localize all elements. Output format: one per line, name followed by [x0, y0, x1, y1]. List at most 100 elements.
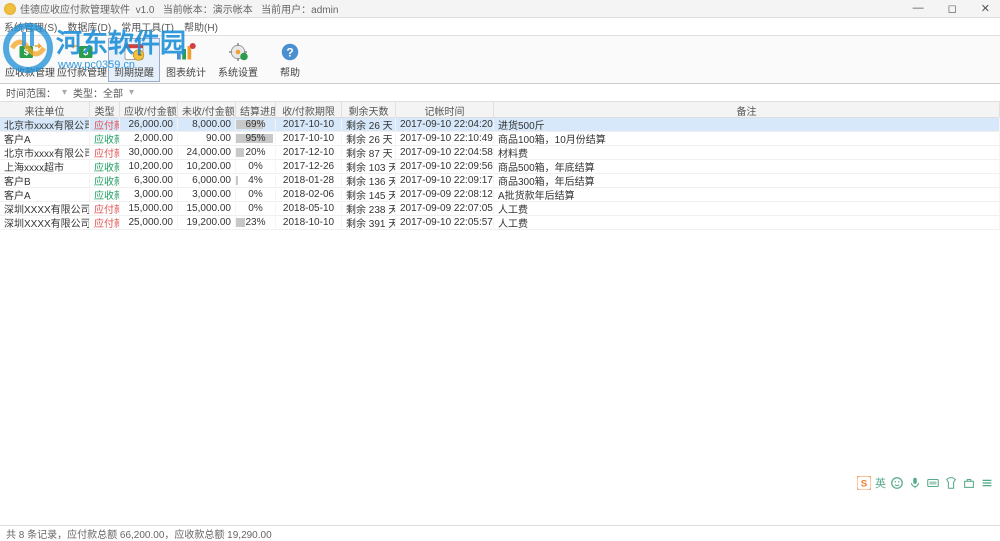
cell-note: 进货500斤 — [494, 117, 1000, 132]
window-controls: — ◻ ✕ — [907, 2, 996, 15]
close-button[interactable]: ✕ — [975, 2, 996, 15]
cell-type: 应付款 — [90, 117, 120, 132]
cell-progress: 0% — [236, 189, 276, 200]
cell-amount-unpaid: 15,000.00 — [178, 203, 236, 214]
col-amount-unpaid[interactable]: 未收/付金额 — [178, 102, 236, 117]
cell-days-left: 剩余 391 天 — [342, 215, 396, 230]
menu-system[interactable]: 系统管理(S) — [4, 19, 57, 34]
type-value[interactable]: 全部 — [103, 85, 123, 100]
minimize-button[interactable]: — — [907, 2, 930, 15]
type-label: 类型： — [73, 85, 103, 100]
col-days-left[interactable]: 剩余天数 — [342, 102, 396, 117]
col-amount-due[interactable]: 应收/付金额 — [120, 102, 178, 117]
cell-note: 人工费 — [494, 201, 1000, 216]
cell-type: 应收款 — [90, 159, 120, 174]
col-type[interactable]: 类型 — [90, 102, 120, 117]
table-row[interactable]: 深圳XXXX有限公司应付款15,000.0015,000.000%2018-05… — [0, 202, 1000, 216]
table-row[interactable]: 上海xxxx超市应收款10,200.0010,200.000%2017-12-2… — [0, 160, 1000, 174]
cell-note: 商品300箱，年后结算 — [494, 173, 1000, 188]
col-progress[interactable]: 结算进度 — [236, 102, 276, 117]
menu-database[interactable]: 数据库(D) — [67, 19, 111, 34]
cell-record-time: 2017-09-10 22:09:17 — [396, 175, 494, 186]
cell-record-time: 2017-09-10 22:10:49 — [396, 133, 494, 144]
mic-icon[interactable] — [908, 476, 922, 490]
cell-type: 应付款 — [90, 201, 120, 216]
cell-note: 商品100箱，10月份结算 — [494, 131, 1000, 146]
cell-amount-due: 25,000.00 — [120, 217, 178, 228]
cell-amount-unpaid: 10,200.00 — [178, 161, 236, 172]
svg-text:S: S — [861, 479, 868, 490]
ime-toolbar[interactable]: S 英 — [857, 475, 994, 491]
sys-setting-icon — [225, 41, 251, 63]
svg-text:?: ? — [286, 45, 293, 59]
help-icon: ? — [277, 41, 303, 63]
table-row[interactable]: 客户A应收款3,000.003,000.000%2018-02-06剩余 145… — [0, 188, 1000, 202]
data-grid: 来往单位 类型 应收/付金额 未收/付金额 结算进度 收/付款期限 剩余天数 记… — [0, 102, 1000, 230]
title-bar: 佳德应收应付款管理软件 v1.0 当前帐本：演示帐本 当前用户：admin — … — [0, 0, 1000, 18]
col-unit[interactable]: 来往单位 — [0, 102, 90, 117]
col-note[interactable]: 备注 — [494, 102, 1000, 117]
toolbar-label: 帮助 — [280, 64, 300, 79]
status-bar: 共 8 条记录，应付款总额 66,200.00，应收款总额 19,290.00 — [0, 525, 1000, 541]
cell-deadline: 2018-10-10 — [276, 217, 342, 228]
table-row[interactable]: 客户B应收款6,300.006,000.004%2018-01-28剩余 136… — [0, 174, 1000, 188]
cell-amount-due: 10,200.00 — [120, 161, 178, 172]
col-record-time[interactable]: 记帐时间 — [396, 102, 494, 117]
sogou-icon[interactable]: S — [857, 476, 871, 490]
toolbar-report-stat[interactable]: 图表统计 — [160, 38, 212, 82]
table-row[interactable]: 北京市xxxx有限公司应付款26,000.008,000.0069%2017-1… — [0, 118, 1000, 132]
cell-unit: 客户B — [0, 173, 90, 188]
toolbar-help[interactable]: ? 帮助 — [264, 38, 316, 82]
cell-note: 材料费 — [494, 145, 1000, 160]
ime-lang[interactable]: 英 — [875, 475, 886, 491]
cell-record-time: 2017-09-09 22:08:12 — [396, 189, 494, 200]
cell-unit: 客户A — [0, 131, 90, 146]
cell-progress: 0% — [236, 161, 276, 172]
cell-amount-due: 30,000.00 — [120, 147, 178, 158]
app-icon — [4, 3, 16, 15]
cell-deadline: 2018-05-10 — [276, 203, 342, 214]
cell-deadline: 2017-12-26 — [276, 161, 342, 172]
cell-unit: 深圳XXXX有限公司 — [0, 215, 90, 230]
recv-mgmt-icon: $ — [17, 41, 43, 63]
cell-progress: 23% — [236, 217, 276, 228]
toolbar-expire-remind[interactable]: 到期提醒 — [108, 38, 160, 82]
maximize-button[interactable]: ◻ — [942, 2, 963, 15]
table-row[interactable]: 客户A应收款2,000.0090.0095%2017-10-10剩余 26 天2… — [0, 132, 1000, 146]
toolbar-label: 图表统计 — [166, 64, 206, 79]
skin-icon[interactable] — [944, 476, 958, 490]
table-row[interactable]: 北京市xxxx有限公司应付款30,000.0024,000.0020%2017-… — [0, 146, 1000, 160]
svg-text:$: $ — [83, 47, 88, 57]
toolbox-icon[interactable] — [962, 476, 976, 490]
cell-deadline: 2018-02-06 — [276, 189, 342, 200]
cell-record-time: 2017-09-10 22:04:58 — [396, 147, 494, 158]
expire-remind-icon — [121, 41, 147, 63]
cell-progress: 69% — [236, 119, 276, 130]
cell-amount-unpaid: 19,200.00 — [178, 217, 236, 228]
cell-note: 人工费 — [494, 215, 1000, 230]
cell-deadline: 2017-10-10 — [276, 133, 342, 144]
toolbar-pay-mgmt[interactable]: $应付款管理 — [56, 38, 108, 82]
toolbar-label: 到期提醒 — [114, 64, 154, 79]
menu-help[interactable]: 帮助(H) — [184, 19, 218, 34]
time-range-label: 时间范围： — [6, 85, 56, 100]
cell-days-left: 剩余 26 天 — [342, 117, 396, 132]
cell-note: 商品500箱，年底结算 — [494, 159, 1000, 174]
cell-days-left: 剩余 87 天 — [342, 145, 396, 160]
cell-note: A批货款年后结算 — [494, 187, 1000, 202]
toolbar-sys-setting[interactable]: 系统设置 — [212, 38, 264, 82]
cell-type: 应收款 — [90, 173, 120, 188]
cell-type: 应付款 — [90, 145, 120, 160]
cell-amount-unpaid: 6,000.00 — [178, 175, 236, 186]
pay-mgmt-icon: $ — [69, 41, 95, 63]
settings-icon[interactable] — [980, 476, 994, 490]
emoji-icon[interactable] — [890, 476, 904, 490]
col-deadline[interactable]: 收/付款期限 — [276, 102, 342, 117]
keyboard-icon[interactable] — [926, 476, 940, 490]
cell-unit: 北京市xxxx有限公司 — [0, 145, 90, 160]
cell-deadline: 2018-01-28 — [276, 175, 342, 186]
table-row[interactable]: 深圳XXXX有限公司应付款25,000.0019,200.0023%2018-1… — [0, 216, 1000, 230]
toolbar-recv-mgmt[interactable]: $应收款管理 — [4, 38, 56, 82]
main-toolbar: $应收款管理$应付款管理到期提醒图表统计系统设置? 帮助 — [0, 36, 1000, 84]
menu-tools[interactable]: 常用工具(T) — [121, 19, 174, 34]
